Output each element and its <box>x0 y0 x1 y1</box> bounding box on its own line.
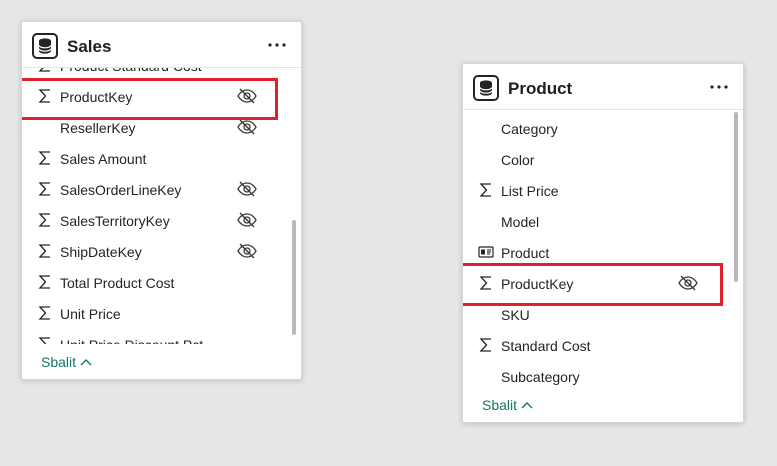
sales-field-list[interactable]: Product Standard Cost ProductKey ResellerK… <box>22 68 301 344</box>
eye-off-icon[interactable] <box>236 180 258 198</box>
field-label: ProductKey <box>60 89 133 105</box>
table-icon <box>473 75 499 101</box>
field-label: SKU <box>501 307 530 323</box>
field-row[interactable]: SalesTerritoryKey <box>22 205 301 236</box>
chevron-up-icon <box>521 402 533 409</box>
product-collapse-link[interactable]: Sbalit <box>482 397 533 413</box>
field-row[interactable]: Product Standard Cost <box>22 68 301 81</box>
sigma-icon <box>38 89 50 103</box>
field-row[interactable]: Unit Price Discount Pct <box>22 329 301 344</box>
sales-collapse-link[interactable]: Sbalit <box>41 354 92 370</box>
sales-collapse-label: Sbalit <box>41 354 77 370</box>
field-label: Category <box>501 121 558 137</box>
sigma-icon <box>38 68 50 72</box>
field-row[interactable]: Category <box>463 113 743 144</box>
field-label: ResellerKey <box>60 120 136 136</box>
field-label: Product <box>501 245 550 261</box>
field-label: Color <box>501 152 535 168</box>
field-label: SalesTerritoryKey <box>60 213 170 229</box>
field-row[interactable]: ShipDateKey <box>22 236 301 267</box>
field-label: Product Standard Cost <box>60 68 202 74</box>
more-options-icon <box>710 85 728 89</box>
field-label: Unit Price Discount Pct <box>60 337 203 344</box>
field-row[interactable]: Model <box>463 206 743 237</box>
product-table-card[interactable]: Product Category Color List Price Model Prod… <box>462 63 744 423</box>
product-more-options-button[interactable] <box>707 75 731 99</box>
field-row[interactable]: Sales Amount <box>22 143 301 174</box>
field-row[interactable]: SalesOrderLineKey <box>22 174 301 205</box>
sigma-icon <box>479 338 491 352</box>
eye-off-icon[interactable] <box>236 118 258 136</box>
eye-off-icon[interactable] <box>236 87 258 105</box>
sales-more-options-button[interactable] <box>265 33 289 57</box>
field-label: SalesOrderLineKey <box>60 182 182 198</box>
field-label: Unit Price <box>60 306 121 322</box>
sigma-icon <box>38 151 50 165</box>
sigma-icon <box>38 244 50 258</box>
product-scrollbar[interactable] <box>734 112 738 282</box>
field-label: ProductKey <box>501 276 574 292</box>
sales-scrollbar[interactable] <box>292 220 296 335</box>
product-table-header[interactable]: Product <box>463 64 743 110</box>
sigma-icon <box>38 182 50 196</box>
chevron-up-icon <box>80 359 92 366</box>
more-options-icon <box>268 43 286 47</box>
field-label: Sales Amount <box>60 151 147 167</box>
eye-off-icon[interactable] <box>236 242 258 260</box>
field-label: ShipDateKey <box>60 244 142 260</box>
eye-off-icon[interactable] <box>677 274 699 292</box>
field-label: Model <box>501 214 540 230</box>
field-label: Total Product Cost <box>60 275 175 291</box>
table-icon <box>32 33 58 59</box>
product-collapse-label: Sbalit <box>482 397 518 413</box>
sigma-icon <box>38 275 50 289</box>
product-field-list[interactable]: Category Color List Price Model Product Produ… <box>463 110 743 390</box>
field-row[interactable]: Standard Cost <box>463 330 743 361</box>
field-row[interactable]: Unit Price <box>22 298 301 329</box>
sigma-icon <box>479 276 491 290</box>
field-row[interactable]: ResellerKey <box>22 112 301 143</box>
sigma-icon <box>479 183 491 197</box>
field-row[interactable]: Subcategory <box>463 361 743 390</box>
sigma-icon <box>38 306 50 320</box>
field-row[interactable]: SKU <box>463 299 743 330</box>
field-row[interactable]: Product <box>463 237 743 268</box>
field-label: Standard Cost <box>501 338 591 354</box>
eye-off-icon[interactable] <box>236 211 258 229</box>
sales-table-header[interactable]: Sales <box>22 22 301 68</box>
sales-table-title: Sales <box>67 37 112 56</box>
field-label: Subcategory <box>501 369 580 385</box>
field-row[interactable]: ProductKey <box>22 81 301 112</box>
field-row[interactable]: ProductKey <box>463 268 743 299</box>
field-label: List Price <box>501 183 559 199</box>
id-card-icon <box>478 246 494 258</box>
sigma-icon <box>38 213 50 227</box>
field-row[interactable]: List Price <box>463 175 743 206</box>
field-row[interactable]: Color <box>463 144 743 175</box>
field-row[interactable]: Total Product Cost <box>22 267 301 298</box>
sales-table-card[interactable]: Sales Product Standard Cost ProductKey Res… <box>21 21 302 380</box>
product-table-title: Product <box>508 79 573 98</box>
sigma-icon <box>38 337 50 344</box>
